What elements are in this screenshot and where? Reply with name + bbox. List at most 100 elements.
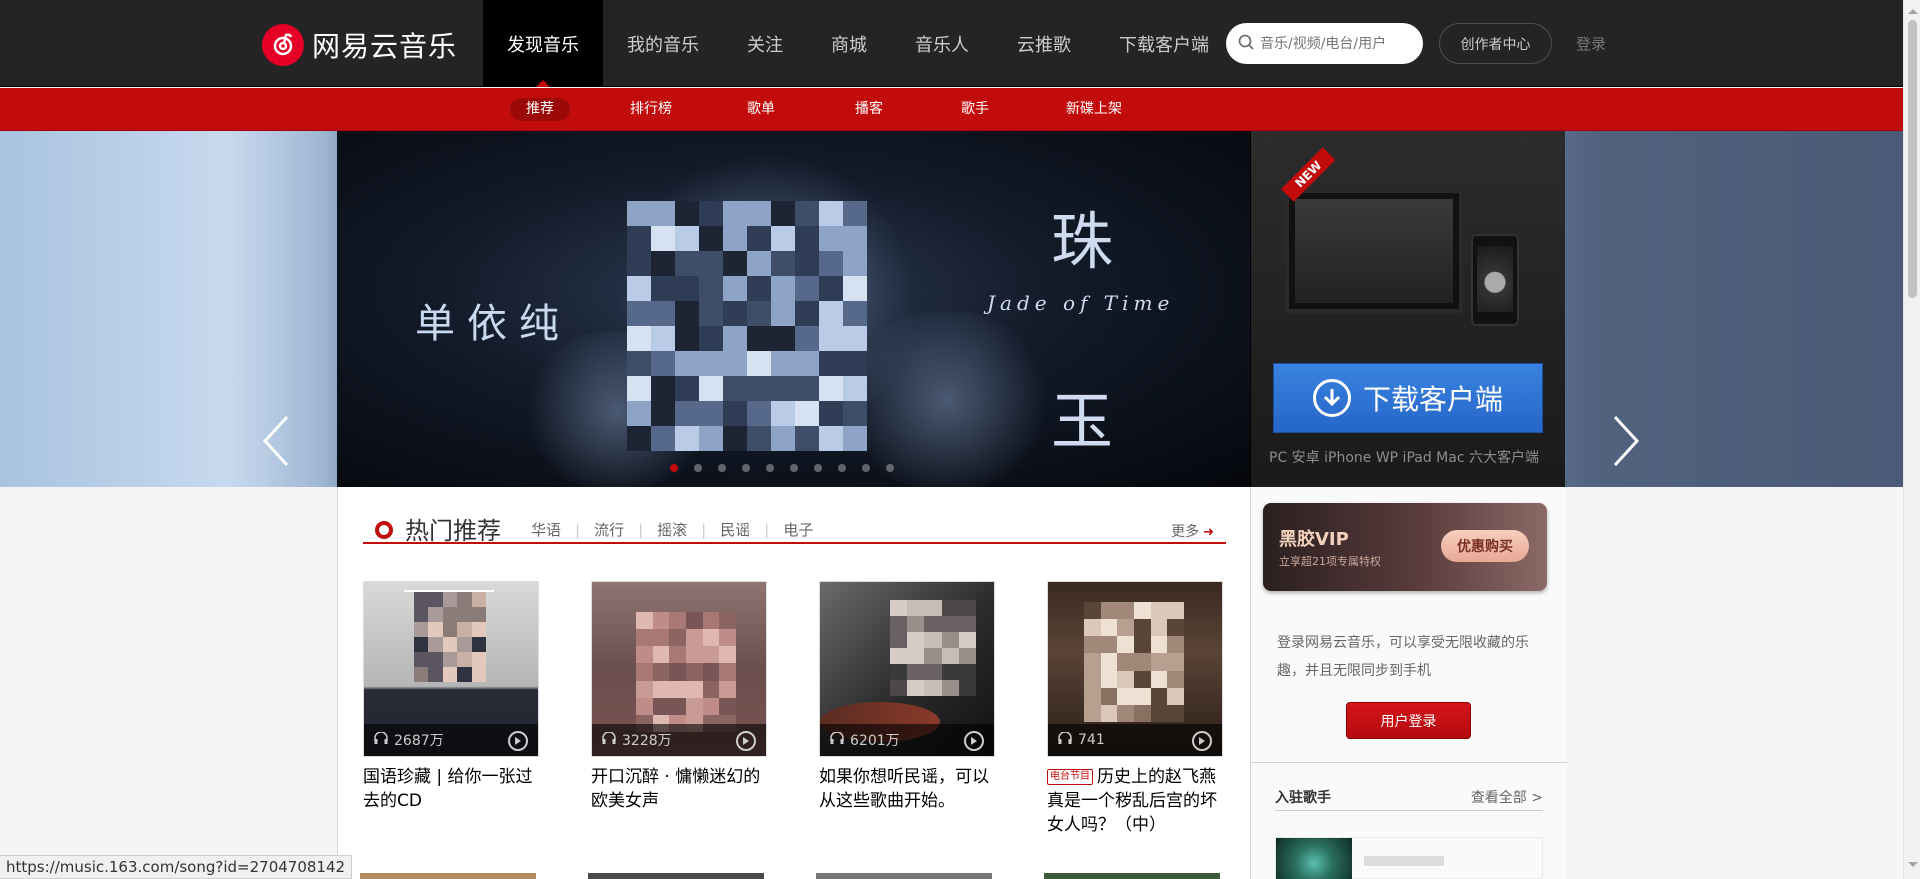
play-icon[interactable]	[508, 731, 528, 751]
nav-musician[interactable]: 音乐人	[891, 0, 993, 87]
netease-music-logo-icon	[262, 24, 304, 66]
headphones-icon	[374, 731, 388, 748]
banner-dot[interactable]	[694, 464, 702, 472]
play-icon[interactable]	[736, 731, 756, 751]
cover-stats-bar: 2687万	[364, 724, 538, 756]
play-count: 741	[1078, 732, 1105, 748]
subnav-playlists[interactable]: 歌单	[731, 98, 791, 121]
hot-recommend-header: 热门推荐 华语 | 流行 | 摇滚 | 民谣 | 电子 更多 ➜	[363, 515, 1226, 545]
creator-center-button[interactable]: 创作者中心	[1439, 23, 1552, 64]
hot-recommend-title[interactable]: 热门推荐	[405, 511, 501, 546]
search-input[interactable]	[1260, 35, 1410, 52]
banner-dot[interactable]	[862, 464, 870, 472]
play-icon[interactable]	[964, 731, 984, 751]
playlist-title[interactable]: 开口沉醉 · 慵懒迷幻的欧美女声	[591, 765, 767, 813]
banner-subtitle: Jade of Time	[987, 291, 1175, 315]
subnav-recommend[interactable]: 推荐	[510, 98, 570, 121]
vertical-scrollbar[interactable]	[1903, 0, 1920, 879]
vip-promo-card[interactable]: 黑胶VIP 立享超21项专属特权 优惠购买	[1263, 503, 1547, 591]
banner-dot[interactable]	[718, 464, 726, 472]
more-label: 更多	[1171, 524, 1200, 540]
banner-image[interactable]: 单依纯 珠 Jade of Time 玉	[337, 131, 1250, 487]
pixelated-face	[636, 612, 736, 732]
banner-dot[interactable]	[670, 464, 678, 472]
cover-stats-bar: 6201万	[820, 724, 994, 756]
monitor-illustration	[1285, 189, 1463, 313]
banner-dot[interactable]	[886, 464, 894, 472]
nav-discover-music[interactable]: 发现音乐	[483, 0, 603, 87]
hot-tabs: 华语 | 流行 | 摇滚 | 民谣 | 电子	[531, 519, 813, 540]
tab-separator: |	[638, 520, 644, 539]
main-content: 热门推荐 华语 | 流行 | 摇滚 | 民谣 | 电子 更多 ➜ 2687万 国…	[337, 487, 1567, 879]
playlist-title[interactable]: 电台节目 历史上的赵飞燕真是一个秽乱后宫的坏女人吗？（中）	[1047, 765, 1223, 837]
artist-list-item[interactable]	[1275, 837, 1543, 879]
subnav-new-albums[interactable]: 新碟上架	[1050, 98, 1138, 121]
login-link[interactable]: 登录	[1576, 33, 1606, 54]
playlist-cover[interactable]: 6201万	[819, 581, 995, 757]
playlist-title[interactable]: 国语珍藏 | 给你一张过去的CD	[363, 765, 539, 813]
download-arrow-icon	[1312, 379, 1351, 417]
banner-dot[interactable]	[814, 464, 822, 472]
vip-subtitle: 立享超21项专属特权	[1279, 555, 1381, 568]
headphones-icon	[830, 731, 844, 748]
tab-separator: |	[575, 520, 581, 539]
sidebar: 黑胶VIP 立享超21项专属特权 优惠购买 登录网易云音乐，可以享受无限收藏的乐…	[1250, 487, 1567, 879]
playlist-cover[interactable]: 2687万	[363, 581, 539, 757]
banner-prev-arrow-icon[interactable]	[256, 411, 296, 471]
tab-chinese[interactable]: 华语	[531, 519, 561, 540]
play-count: 3228万	[622, 733, 672, 749]
nav-mall[interactable]: 商城	[807, 0, 891, 87]
tab-electronic[interactable]: 电子	[783, 519, 813, 540]
scroll-down-icon[interactable]	[1908, 862, 1918, 872]
pixelated-face	[890, 600, 976, 696]
banner-singer-name: 单依纯	[415, 301, 571, 347]
subnav-charts[interactable]: 排行榜	[614, 98, 688, 121]
banner-next-arrow-icon[interactable]	[1606, 411, 1646, 471]
vip-title: 黑胶VIP	[1279, 529, 1349, 550]
playlist-cover[interactable]: 741	[1047, 581, 1223, 757]
hot-circle-icon	[375, 521, 393, 539]
tab-separator: |	[764, 520, 770, 539]
recommend-column: 热门推荐 华语 | 流行 | 摇滚 | 民谣 | 电子 更多 ➜ 2687万 国…	[338, 487, 1250, 879]
phone-illustration	[1471, 234, 1519, 326]
nav-follow[interactable]: 关注	[723, 0, 807, 87]
playlist-card: 2687万 国语珍藏 | 给你一张过去的CD	[363, 581, 539, 837]
scroll-up-icon[interactable]	[1908, 4, 1918, 14]
subnav-artists[interactable]: 歌手	[945, 98, 1005, 121]
cover-stats-bar: 741	[1048, 724, 1222, 756]
vip-buy-button[interactable]: 优惠购买	[1441, 530, 1529, 562]
banner-dot[interactable]	[766, 464, 774, 472]
tab-rock[interactable]: 摇滚	[657, 519, 687, 540]
playlist-card: 741 电台节目 历史上的赵飞燕真是一个秽乱后宫的坏女人吗？（中）	[1047, 581, 1223, 837]
tab-pop[interactable]: 流行	[594, 519, 624, 540]
user-login-button[interactable]: 用户登录	[1346, 702, 1471, 739]
subnav-podcasts[interactable]: 播客	[839, 98, 899, 121]
play-count: 2687万	[394, 733, 444, 749]
nav-cloud-promote[interactable]: 云推歌	[993, 0, 1095, 87]
top-navigation-bar: 网易云音乐 发现音乐 我的音乐 关注 商城 音乐人 云推歌 下载客户端 创作者中…	[0, 0, 1903, 87]
playlist-title[interactable]: 如果你想听民谣，可以从这些歌曲开始。	[819, 765, 995, 813]
search-box[interactable]	[1226, 23, 1423, 64]
banner-dot[interactable]	[742, 464, 750, 472]
sub-navigation: 推荐 排行榜 歌单 播客 歌手 新碟上架	[0, 88, 1903, 131]
scroll-thumb[interactable]	[1908, 20, 1917, 298]
banner-dot[interactable]	[838, 464, 846, 472]
divider	[1251, 762, 1567, 763]
nav-download-client[interactable]: 下载客户端	[1095, 0, 1233, 87]
headphones-icon	[1058, 731, 1072, 748]
more-link[interactable]: 更多 ➜	[1171, 521, 1214, 541]
nav-my-music[interactable]: 我的音乐	[603, 0, 723, 87]
play-count: 6201万	[850, 733, 900, 749]
playlist-cover[interactable]: 3228万	[591, 581, 767, 757]
artist-name-placeholder	[1364, 856, 1444, 866]
headphones-icon	[602, 731, 616, 748]
banner-dot[interactable]	[790, 464, 798, 472]
banner-title-bottom: 玉	[1051, 385, 1114, 458]
playlist-card: 6201万 如果你想听民谣，可以从这些歌曲开始。	[819, 581, 995, 837]
play-icon[interactable]	[1192, 731, 1212, 751]
banner-pagination	[670, 464, 894, 472]
logo[interactable]: 网易云音乐	[262, 24, 457, 66]
tab-folk[interactable]: 民谣	[720, 519, 750, 540]
view-all-artists-link[interactable]: 查看全部 >	[1471, 787, 1543, 807]
download-client-button[interactable]: 下载客户端	[1273, 363, 1543, 433]
